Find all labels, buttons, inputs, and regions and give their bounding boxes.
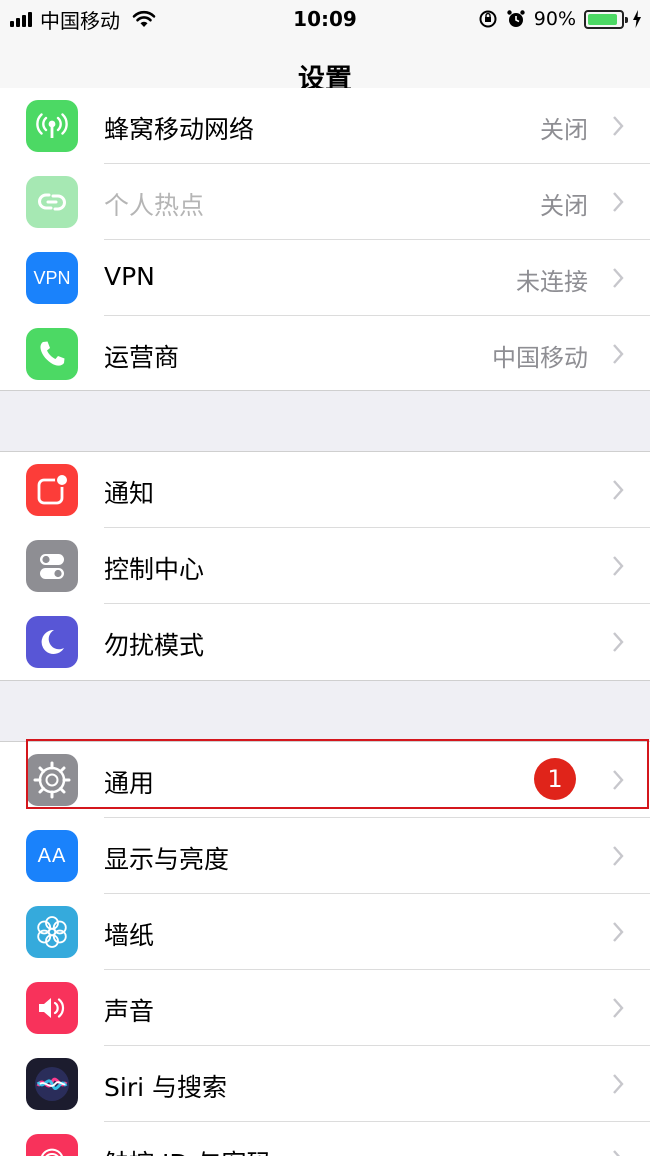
- touch-id-icon: [26, 1134, 78, 1156]
- alarm-icon: [507, 10, 525, 27]
- vpn-icon-text: VPN: [33, 267, 71, 288]
- charging-icon: [633, 10, 641, 28]
- notification-settings-group: 通知 控制中心 勿扰模式: [0, 452, 650, 680]
- row-label: 运营商: [104, 343, 180, 372]
- row-value: 关闭: [540, 116, 588, 144]
- siri-icon: [26, 1058, 78, 1110]
- battery-percent: 90%: [533, 8, 576, 30]
- notifications-icon: [26, 464, 78, 516]
- row-label: 触控 ID 与密码: [104, 1144, 272, 1156]
- cellular-icon: [26, 100, 78, 152]
- orientation-lock-icon: [479, 10, 497, 28]
- row-label: 通知: [104, 479, 155, 508]
- wallpaper-icon: [26, 906, 78, 958]
- settings-row-siri-search[interactable]: Siri 与搜索: [0, 1046, 650, 1122]
- display-icon-text: AA: [37, 844, 67, 867]
- settings-row-hotspot[interactable]: 个人热点 关闭: [0, 164, 650, 240]
- chevron-right-icon: [613, 846, 624, 866]
- settings-row-wallpaper[interactable]: 墙纸: [0, 894, 650, 970]
- control-center-icon: [26, 540, 78, 592]
- network-settings-group: 蜂窝移动网络 关闭 个人热点 关闭 VPN VPN 未连接 运营商 中国移动: [0, 88, 650, 390]
- hotspot-icon: [26, 176, 78, 228]
- vpn-icon: VPN: [26, 252, 78, 304]
- settings-row-control-center[interactable]: 控制中心: [0, 528, 650, 604]
- chevron-right-icon: [613, 998, 624, 1018]
- settings-row-touch-id[interactable]: 触控 ID 与密码: [0, 1122, 650, 1156]
- row-label: 勿扰模式: [104, 631, 205, 660]
- row-label: VPN: [104, 262, 155, 291]
- chevron-right-icon: [613, 1150, 621, 1156]
- battery-icon: [584, 9, 628, 29]
- row-label: 个人热点: [104, 191, 205, 220]
- moon-icon: [26, 616, 78, 668]
- settings-row-carrier[interactable]: 运营商 中国移动: [0, 316, 650, 392]
- row-label: 蜂窝移动网络: [104, 115, 255, 144]
- chevron-right-icon: [613, 556, 624, 576]
- chevron-right-icon: [613, 344, 624, 364]
- settings-row-sounds[interactable]: 声音: [0, 970, 650, 1046]
- chevron-right-icon: [613, 922, 624, 942]
- settings-row-notifications[interactable]: 通知: [0, 452, 650, 528]
- chevron-right-icon: [613, 632, 624, 652]
- row-label: 声音: [104, 997, 155, 1026]
- chevron-right-icon: [613, 480, 624, 500]
- display-brightness-icon: AA: [26, 830, 78, 882]
- speaker-icon: [26, 982, 78, 1034]
- chevron-right-icon: [613, 1074, 624, 1094]
- step-number-badge: 1: [534, 758, 576, 800]
- row-value: 关闭: [540, 192, 588, 220]
- chevron-right-icon: [613, 192, 624, 212]
- settings-row-vpn[interactable]: VPN VPN 未连接: [0, 240, 650, 316]
- settings-row-display-brightness[interactable]: AA 显示与亮度: [0, 818, 650, 894]
- row-label: 显示与亮度: [104, 845, 230, 874]
- settings-row-do-not-disturb[interactable]: 勿扰模式: [0, 604, 650, 680]
- row-value: 中国移动: [492, 344, 588, 372]
- settings-row-cellular[interactable]: 蜂窝移动网络 关闭: [0, 88, 650, 164]
- chevron-right-icon: [613, 116, 624, 136]
- row-label: 控制中心: [104, 555, 205, 584]
- chevron-right-icon: [613, 268, 624, 288]
- row-value: 未连接: [516, 268, 588, 296]
- row-label: Siri 与搜索: [104, 1073, 227, 1102]
- phone-icon: [26, 328, 78, 380]
- status-bar: 中国移动 10:09 90%: [0, 0, 650, 40]
- row-label: 墙纸: [104, 921, 155, 950]
